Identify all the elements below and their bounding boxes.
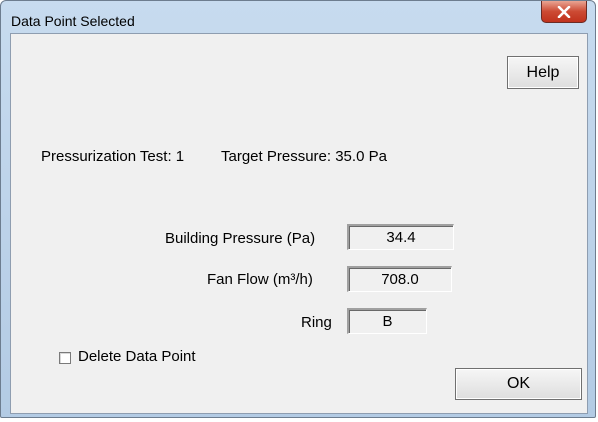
- test-number-label: Pressurization Test: 1: [41, 148, 185, 165]
- fan-flow-field: 708.0: [347, 266, 452, 292]
- building-pressure-field: 34.4: [347, 224, 454, 250]
- help-button[interactable]: Help: [507, 56, 579, 89]
- close-x-icon: [557, 5, 571, 18]
- close-button[interactable]: [541, 1, 587, 23]
- target-pressure-label: Target Pressure: 35.0 Pa: [221, 148, 387, 165]
- fan-flow-label: Fan Flow (m³/h): [207, 271, 313, 288]
- ok-button[interactable]: OK: [455, 368, 582, 400]
- window-title: Data Point Selected: [11, 13, 135, 29]
- dialog-window: Data Point Selected Help Pressurization …: [0, 0, 596, 418]
- ring-label: Ring: [301, 314, 332, 331]
- building-pressure-label: Building Pressure (Pa): [165, 230, 316, 247]
- delete-data-point-checkbox[interactable]: [59, 352, 71, 364]
- ring-field: B: [347, 308, 427, 334]
- delete-data-point-label[interactable]: Delete Data Point: [78, 348, 196, 365]
- dialog-client-area: Help Pressurization Test: 1 Target Press…: [10, 33, 588, 414]
